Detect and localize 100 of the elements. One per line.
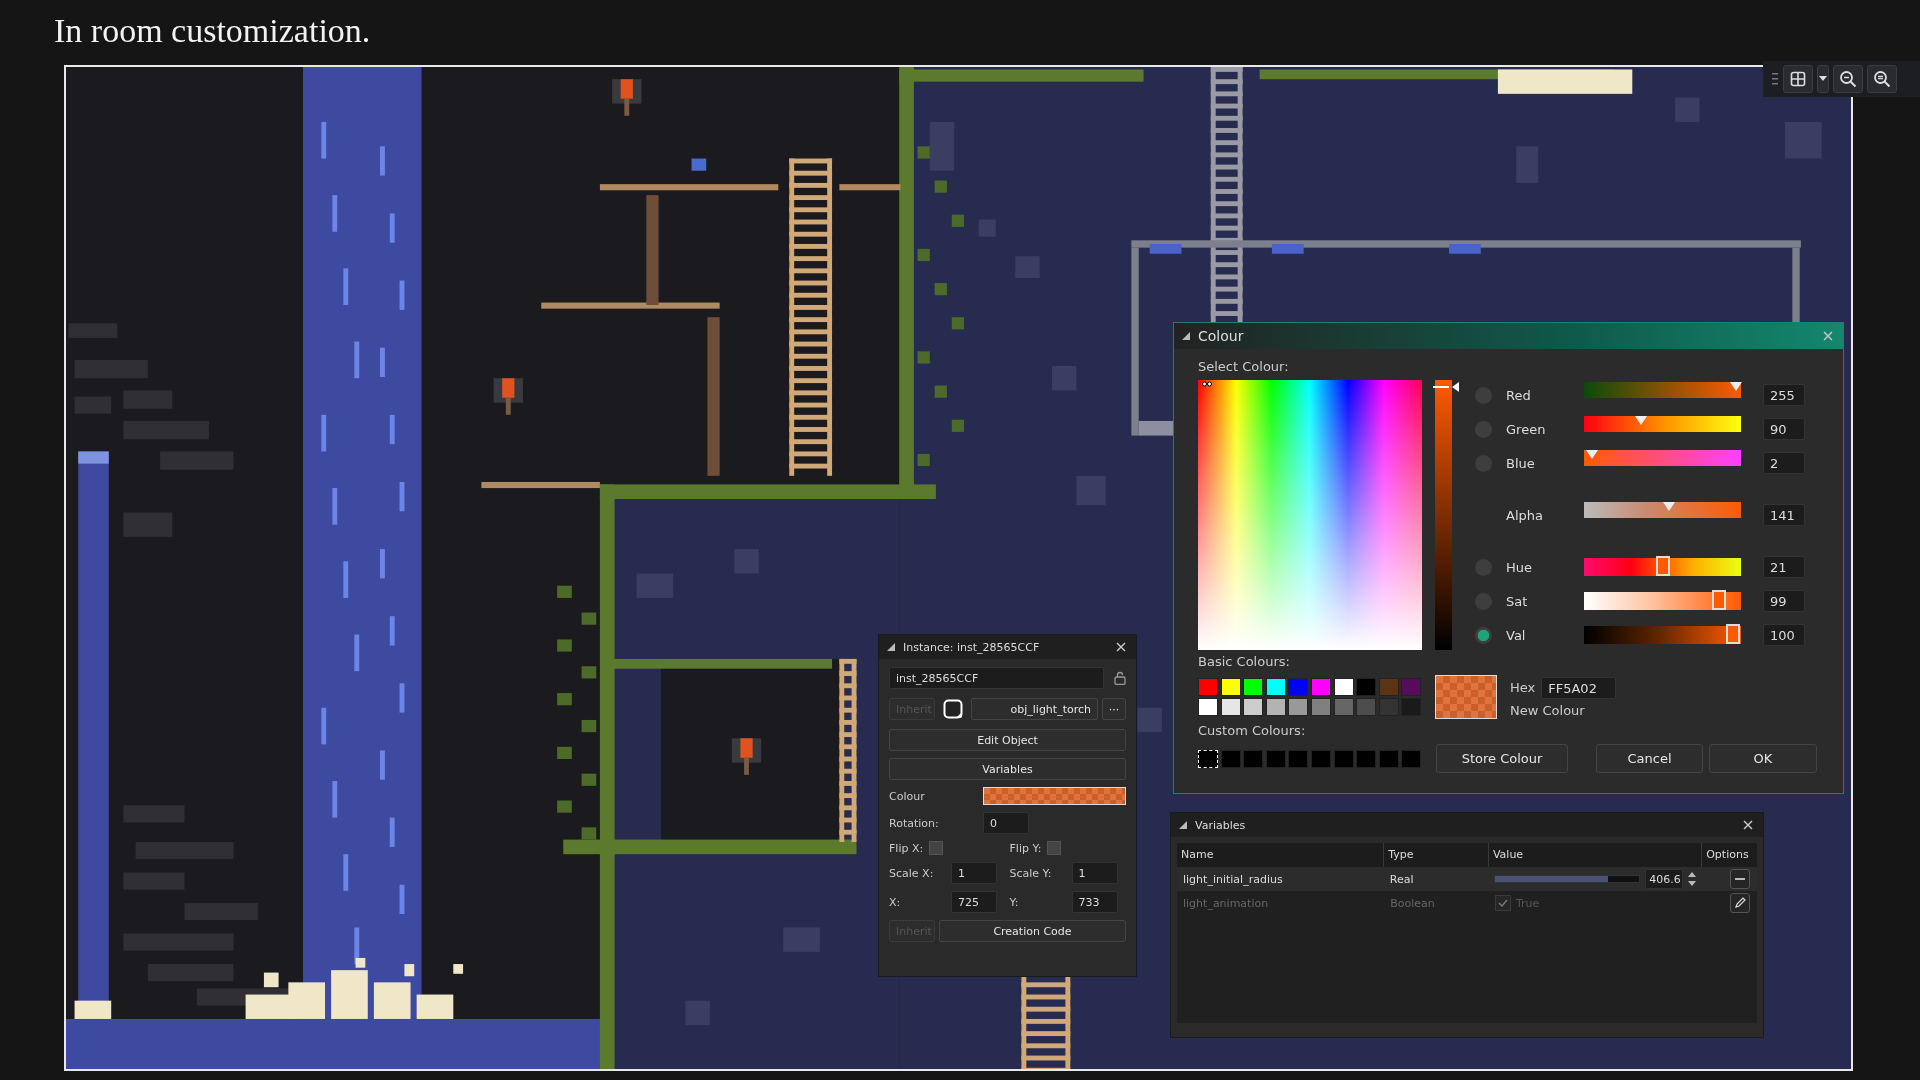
value-field[interactable]: 406.6: [1645, 869, 1684, 889]
cancel-button[interactable]: Cancel: [1596, 744, 1703, 773]
value-slider-track[interactable]: [1494, 875, 1641, 883]
ok-button[interactable]: OK: [1709, 744, 1817, 773]
colour-swatch[interactable]: [1243, 698, 1264, 716]
custom-colour-swatch[interactable]: [1356, 749, 1377, 768]
grid-button[interactable]: [1783, 65, 1813, 93]
padlock-icon[interactable]: [1114, 671, 1126, 685]
close-icon: [1743, 820, 1753, 830]
slider-thumb[interactable]: [1726, 624, 1741, 644]
ceiling-lamp: [1271, 243, 1304, 254]
colour-swatch[interactable]: [1265, 678, 1286, 696]
x-position-label: X:: [889, 895, 902, 909]
colour-swatch[interactable]: [1401, 678, 1422, 696]
colour-swatch[interactable]: [1288, 678, 1309, 696]
custom-colour-swatch[interactable]: [1378, 749, 1399, 768]
triangle-thumb-icon[interactable]: [1585, 450, 1598, 459]
slider-track[interactable]: [1584, 592, 1741, 610]
edit-object-button[interactable]: Edit Object: [889, 729, 1126, 751]
slider-track[interactable]: [1584, 416, 1741, 432]
slider-track[interactable]: [1584, 450, 1741, 466]
scale-y-field[interactable]: 1: [1071, 862, 1118, 884]
channel-value-field[interactable]: 21: [1763, 556, 1805, 578]
radio-button[interactable]: [1475, 626, 1492, 644]
flip-x-label: Flip X:: [889, 841, 924, 855]
variables-button[interactable]: Variables: [889, 758, 1126, 780]
custom-colour-swatch[interactable]: [1401, 749, 1422, 768]
colour-swatch[interactable]: [1265, 698, 1286, 716]
checkbox[interactable]: [929, 841, 944, 855]
selected-row[interactable]: light_initial_radius Real 406.6: [1177, 867, 1757, 891]
dropdown-button[interactable]: [1817, 65, 1829, 93]
colour-swatch[interactable]: [1333, 678, 1354, 696]
channel-value-field[interactable]: 2: [1763, 452, 1805, 474]
channel-value-field[interactable]: 100: [1763, 624, 1805, 646]
colour-swatch[interactable]: [1243, 678, 1264, 696]
custom-colour-swatch[interactable]: [1243, 749, 1264, 768]
new-colour-label: New Colour: [1510, 702, 1586, 718]
custom-colour-swatch[interactable]: [1288, 749, 1309, 768]
custom-colour-swatch[interactable]: [1220, 749, 1241, 768]
x-position-field[interactable]: 725: [951, 891, 997, 913]
colour-swatch[interactable]: [1198, 678, 1218, 696]
zoom-out-button[interactable]: [1833, 65, 1863, 93]
slider-track[interactable]: [1584, 558, 1741, 576]
custom-colour-swatch[interactable]: [1333, 749, 1354, 768]
colour-swatch-field[interactable]: [983, 787, 1126, 805]
store-colour-button[interactable]: Store Colour: [1436, 744, 1568, 773]
variable-type: Real: [1388, 872, 1415, 886]
collapse-triangle-icon[interactable]: [1182, 332, 1190, 340]
colour-swatch[interactable]: [1310, 678, 1331, 696]
hex-label: Hex: [1510, 680, 1536, 695]
colour-swatch[interactable]: [1356, 678, 1377, 696]
colour-swatch[interactable]: [1333, 698, 1354, 716]
y-position-field[interactable]: 733: [1071, 891, 1118, 913]
collapse-triangle-icon[interactable]: [887, 643, 895, 651]
colour-swatch[interactable]: [1220, 698, 1241, 716]
close-button[interactable]: [1114, 640, 1128, 654]
flip-y-label: Flip Y:: [1009, 841, 1042, 855]
triangle-thumb-icon[interactable]: [1662, 502, 1675, 511]
slider-track[interactable]: [1584, 382, 1741, 398]
rotation-field[interactable]: 0: [983, 812, 1029, 834]
channel-value-field[interactable]: 99: [1763, 590, 1805, 612]
spinner-arrows-icon[interactable]: [1688, 870, 1697, 888]
scale-x-field[interactable]: 1: [951, 862, 997, 884]
zoom-reset-button[interactable]: [1867, 65, 1897, 93]
channel-label: Hue: [1506, 559, 1533, 575]
channel-value-field[interactable]: 141: [1763, 504, 1805, 526]
triangle-thumb-icon[interactable]: [1634, 416, 1647, 425]
colour-swatch[interactable]: [1220, 678, 1241, 696]
slider-track[interactable]: [1584, 502, 1741, 518]
custom-colour-swatch[interactable]: [1310, 749, 1331, 768]
slider-track[interactable]: [1584, 626, 1741, 644]
channel-value-field[interactable]: 255: [1763, 384, 1805, 406]
colour-swatch[interactable]: [1356, 698, 1377, 716]
browse-button[interactable]: ···: [1102, 698, 1126, 720]
creation-code-button[interactable]: Creation Code: [939, 920, 1126, 942]
value-strip[interactable]: [1435, 380, 1452, 650]
remove-button[interactable]: [1730, 869, 1751, 889]
stone-block: [1137, 707, 1162, 733]
checkbox[interactable]: [1047, 841, 1062, 855]
caret-icon: [1819, 76, 1827, 82]
object-selector[interactable]: obj_light_torch: [971, 698, 1098, 720]
hex-field[interactable]: FF5A02: [1541, 676, 1617, 699]
channel-value-field[interactable]: 90: [1763, 418, 1805, 440]
close-button[interactable]: [1741, 818, 1755, 832]
colour-swatch[interactable]: [1288, 698, 1309, 716]
collapse-triangle-icon[interactable]: [1179, 821, 1187, 829]
triangle-thumb-icon[interactable]: [1730, 382, 1743, 391]
slider-thumb[interactable]: [1655, 556, 1670, 576]
new-colour-preview: [1435, 675, 1497, 719]
colour-spectrum[interactable]: [1198, 380, 1422, 650]
checkmark-icon: [1497, 899, 1508, 907]
channel-label: Blue: [1506, 455, 1536, 471]
caption-text: In room customization.: [53, 11, 372, 51]
colour-swatch[interactable]: [1310, 698, 1331, 716]
instance-name-field[interactable]: inst_28565CCF: [889, 667, 1104, 689]
colour-swatch[interactable]: [1198, 698, 1218, 716]
close-icon: [1823, 331, 1833, 341]
slider-thumb[interactable]: [1712, 590, 1726, 610]
custom-colour-swatch[interactable]: [1265, 749, 1286, 768]
colour-swatch[interactable]: [1378, 678, 1399, 696]
